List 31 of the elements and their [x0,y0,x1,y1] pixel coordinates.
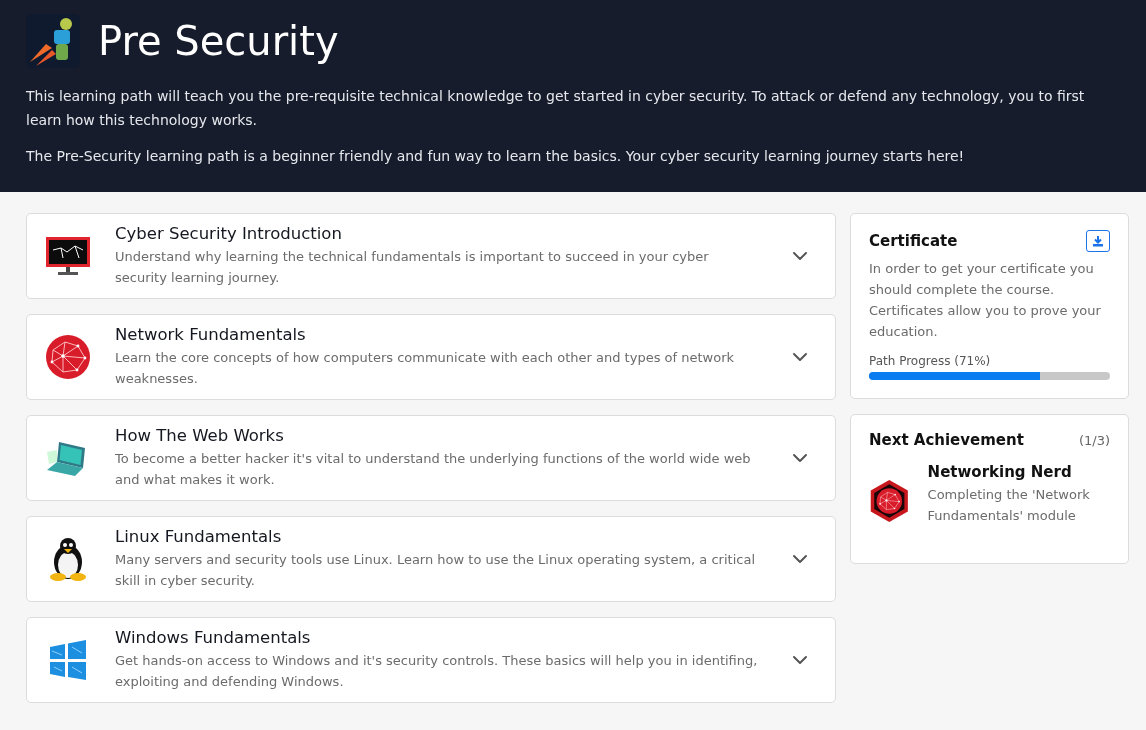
module-description: To become a better hacker it's vital to understand the underlying functions of the world wide web and what makes it work. [115,450,752,489]
intro-paragraph: This learning path will teach you the pre-requisite technical knowledge to get started in cyber security. To attack or defend any technology, you to first learn how this technology works. [26,87,1086,130]
module-card[interactable]: Windows Fundamentals Get hands-on access to Windows and it's security controls. These basics will help you in identifing, exploiting and defending Windows. [26,617,836,703]
network-globe-icon [45,334,91,380]
achievement-name: Networking Nerd [927,463,1073,481]
download-button[interactable] [1086,230,1110,252]
module-title: How The Web Works [115,426,285,445]
module-title: Cyber Security Introduction [115,224,343,243]
achievement-title: Next Achievement [869,431,1024,449]
download-icon [1092,235,1104,247]
module-title: Linux Fundamentals [115,527,283,546]
intro-paragraph: The Pre-Security learning path is a beginner friendly and fun way to learn the basics. Your cyber security learning journey starts here! [26,147,966,166]
module-card[interactable]: Cyber Security Introduction Understand why learning the technical fundamentals is important to succeed in your cyber security learning journey. [26,213,836,299]
module-title: Windows Fundamentals [115,628,312,647]
module-description: Understand why learning the technical fundamentals is important to succeed in your cyber security learning journey. [115,248,710,287]
module-card[interactable]: Network Fundamentals Learn the core concepts of how computers communicate with each other and types of network weaknesses. [26,314,836,400]
module-card[interactable]: Linux Fundamentals Many servers and security tools use Linux. Learn how to use the Linux operating system, a critical skill in cyber security. [26,516,836,602]
module-card[interactable]: How The Web Works To become a better hacker it's vital to understand the underlying functions of the world wide web and what makes it work. [26,415,836,501]
penguin-icon [48,536,88,582]
module-description: Get hands-on access to Windows and it's security controls. These basics will help you in identifing, exploiting and defending Windows. [115,652,759,691]
progress-label: Path Progress (71%) [869,354,992,368]
page-title: Pre Security [98,18,339,64]
module-description: Learn the core concepts of how computers communicate with each other and types of network weaknesses. [115,349,735,388]
achievement-count: (1/3) [1078,432,1110,448]
network-globe-icon [876,488,903,514]
certificate-description: In order to get your certificate you should complete the course. Certificates allow you to prove your education. [869,260,1102,341]
module-description: Many servers and security tools use Linux. Learn how to use the Linux operating system, a critical skill in cyber security. [115,551,756,590]
module-title: Network Fundamentals [115,325,307,344]
certificate-title: Certificate [869,232,958,250]
cracked-monitor-icon [45,236,91,276]
achievement-description: Completing the 'Network Fundamentals' module [927,486,1091,525]
